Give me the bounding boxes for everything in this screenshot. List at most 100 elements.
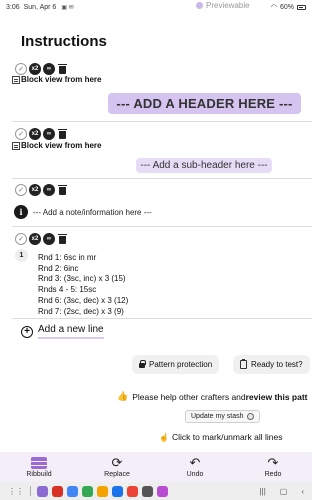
review-link[interactable]: review this patt (246, 392, 308, 402)
ravelry-icon (246, 413, 254, 420)
block-view-toggle[interactable]: Block view from here (12, 141, 101, 150)
home-icon[interactable]: ▢ (280, 487, 288, 496)
divider (12, 178, 312, 179)
wifi-icon: ◠ (270, 4, 277, 11)
divider (12, 226, 312, 227)
nav-replace[interactable]: ⟳ Replace (78, 452, 156, 482)
mark-all-label: Click to mark/unmark all lines (171, 432, 283, 442)
review-text: Please help other crafters and (132, 391, 246, 402)
thumbs-up-icon: 👍 (117, 391, 129, 401)
block-view-label: Block view from here (21, 75, 102, 84)
taskbar-app-icon[interactable] (142, 485, 153, 497)
block-view-label: Block view from here (21, 141, 102, 150)
round-line[interactable]: Rnd 7: (2sc, dec) x 3 (9) (38, 307, 128, 318)
app-grid-icon[interactable]: ⋮⋮ (8, 487, 24, 496)
add-new-line-button[interactable]: + Add a new line (21, 324, 104, 339)
status-time: 3:06 (6, 3, 20, 11)
info-icon: i (14, 205, 28, 219)
header-text[interactable]: --- ADD A HEADER HERE --- (108, 93, 301, 114)
add-line-label: Add a new line (38, 324, 104, 339)
nav-redo[interactable]: ↷ Redo (234, 452, 312, 482)
block-tools: ✓ x2 ∞ (15, 184, 68, 196)
taskbar-app-icon[interactable] (157, 485, 168, 497)
preview-icon (196, 2, 203, 9)
note-row[interactable]: i --- Add a note/information here --- (14, 205, 152, 219)
block-view-icon (12, 75, 20, 84)
plus-icon: + (21, 325, 33, 338)
round-line[interactable]: Rnd 1: 6sc in mr (38, 253, 128, 264)
taskbar-apps (37, 485, 168, 497)
previewable-link[interactable]: Previewable (196, 1, 250, 10)
nav-label: Redo (264, 470, 282, 478)
round-list[interactable]: Rnd 1: 6sc in mr Rnd 2: 6inc Rnd 3: (3sc… (38, 253, 128, 317)
previewable-label: Previewable (206, 1, 250, 10)
row-number-badge: 1 (15, 249, 28, 262)
taskbar-app-icon[interactable] (37, 485, 48, 497)
round-line[interactable]: Rnds 4 - 5: 15sc (38, 285, 128, 296)
status-bar: 3:06 Sun, Apr 6 ▣ ✉ ◠ 60% (0, 0, 312, 14)
trash-icon[interactable] (57, 63, 68, 75)
block-view-icon (12, 141, 20, 150)
taskbar-app-icon[interactable] (82, 485, 93, 497)
tap-icon: ☝ (159, 432, 169, 442)
block-tools: ✓ x2 ∞ (15, 63, 68, 75)
link-icon[interactable]: ∞ (43, 233, 55, 245)
battery-percent: 60% (279, 3, 294, 11)
review-prompt[interactable]: 👍 Please help other crafters and review … (117, 391, 312, 402)
taskbar-app-icon[interactable] (127, 485, 138, 497)
link-icon[interactable]: ∞ (43, 63, 55, 75)
check-icon[interactable]: ✓ (15, 184, 27, 196)
duplicate-icon[interactable]: x2 (29, 184, 41, 196)
recents-icon[interactable]: ||| (260, 487, 266, 496)
update-stash-label: Update my stash (191, 413, 244, 420)
round-line[interactable]: Rnd 3: (3sc, inc) x 3 (15) (38, 274, 128, 285)
duplicate-icon[interactable]: x2 (29, 63, 41, 75)
battery-icon (297, 4, 306, 10)
bottom-nav: Ribbuild ⟳ Replace ↶ Undo ↷ Redo (0, 452, 312, 482)
trash-icon[interactable] (57, 128, 68, 140)
check-icon[interactable]: ✓ (15, 128, 27, 140)
nav-label: Replace (104, 470, 130, 478)
block-view-toggle[interactable]: Block view from here (12, 75, 101, 84)
nav-label: Undo (186, 470, 204, 478)
nav-ribbuild[interactable]: Ribbuild (0, 452, 78, 482)
system-taskbar: ⋮⋮ ||| ▢ ‹ (0, 482, 312, 500)
undo-icon: ↶ (189, 454, 201, 470)
trash-icon[interactable] (57, 233, 68, 245)
lock-icon (139, 360, 146, 368)
divider (12, 318, 312, 319)
link-icon[interactable]: ∞ (43, 128, 55, 140)
notification-icons: ▣ ✉ (61, 4, 74, 11)
back-icon[interactable]: ‹ (301, 487, 304, 496)
nav-undo[interactable]: ↶ Undo (156, 452, 234, 482)
taskbar-app-icon[interactable] (52, 485, 63, 497)
taskbar-app-icon[interactable] (112, 485, 123, 497)
clipboard-icon (240, 359, 247, 369)
nav-label: Ribbuild (26, 470, 52, 478)
note-text: --- Add a note/information here --- (33, 207, 152, 217)
duplicate-icon[interactable]: x2 (29, 233, 41, 245)
redo-icon: ↷ (267, 454, 279, 470)
block-tools: ✓ x2 ∞ (15, 233, 68, 245)
page-title: Instructions (21, 33, 107, 50)
brick-icon (31, 456, 47, 469)
check-icon[interactable]: ✓ (15, 233, 27, 245)
system-nav-buttons: ||| ▢ ‹ (260, 487, 304, 496)
taskbar-app-icon[interactable] (97, 485, 108, 497)
trash-icon[interactable] (57, 184, 68, 196)
taskbar-app-icon[interactable] (67, 485, 78, 497)
replace-icon: ⟳ (111, 454, 123, 470)
update-stash-button[interactable]: Update my stash (185, 410, 260, 423)
subheader-text[interactable]: --- Add a sub-header here --- (136, 158, 272, 173)
ready-to-test-button[interactable]: Ready to test? (233, 355, 310, 374)
round-line[interactable]: Rnd 6: (3sc, dec) x 3 (12) (38, 296, 128, 307)
ready-to-test-label: Ready to test? (251, 360, 303, 369)
mark-all-lines-toggle[interactable]: ☝ Click to mark/unmark all lines (159, 432, 283, 442)
round-line[interactable]: Rnd 2: 6inc (38, 264, 128, 275)
pattern-protection-label: Pattern protection (149, 360, 213, 369)
link-icon[interactable]: ∞ (43, 184, 55, 196)
check-icon[interactable]: ✓ (15, 63, 27, 75)
duplicate-icon[interactable]: x2 (29, 128, 41, 140)
pattern-protection-button[interactable]: Pattern protection (132, 355, 220, 374)
divider (12, 121, 312, 122)
